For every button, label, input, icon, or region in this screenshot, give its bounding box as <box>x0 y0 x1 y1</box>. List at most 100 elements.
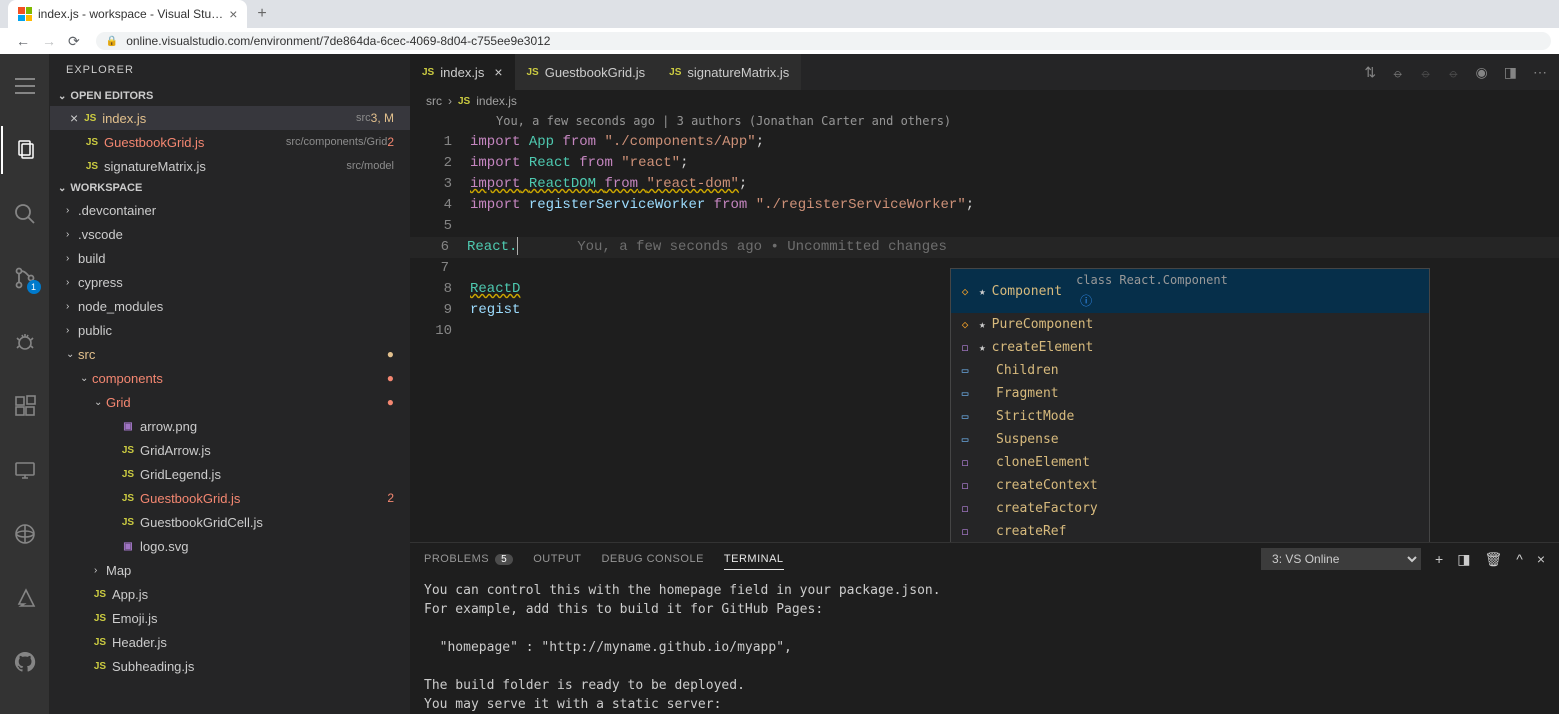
folder-item[interactable]: ›Map <box>50 558 410 582</box>
github-icon[interactable] <box>1 638 49 686</box>
editor-tab[interactable]: JSsignatureMatrix.js <box>657 54 801 90</box>
close-panel-icon[interactable]: × <box>1537 551 1545 567</box>
open-editor-item[interactable]: JSGuestbookGrid.jssrc/components/Grid2 <box>50 130 410 154</box>
info-icon[interactable]: ⓘ <box>1076 294 1096 308</box>
intellisense-item[interactable]: ▭Children <box>951 359 1429 382</box>
search-icon[interactable] <box>1 190 49 238</box>
intellisense-item[interactable]: ▭StrictMode <box>951 405 1429 428</box>
terminal-output[interactable]: You can control this with the homepage f… <box>410 575 1559 714</box>
folder-item[interactable]: ›.vscode <box>50 222 410 246</box>
image-icon: ▣ <box>120 421 136 432</box>
chevron-icon: › <box>66 277 78 288</box>
file-item[interactable]: JSGuestbookGridCell.js <box>50 510 410 534</box>
new-tab-button[interactable]: + <box>251 5 272 23</box>
js-icon: JS <box>422 67 434 78</box>
chevron-icon: ⌄ <box>94 397 106 408</box>
chevron-down-icon: ⌄ <box>58 91 66 102</box>
editor-tab[interactable]: JSGuestbookGrid.js <box>515 54 658 90</box>
folder-item[interactable]: ⌄Grid● <box>50 390 410 414</box>
split-terminal-icon[interactable]: ◨ <box>1457 551 1470 568</box>
class-icon: ◇ <box>957 314 973 335</box>
prev-change-icon[interactable]: ⦵ <box>1420 64 1432 81</box>
file-item[interactable]: JSHeader.js <box>50 630 410 654</box>
go-back-icon[interactable]: ⦵ <box>1392 64 1404 81</box>
menu-button[interactable] <box>1 62 49 110</box>
debug-icon[interactable] <box>1 318 49 366</box>
intellisense-item[interactable]: ◻createContext <box>951 474 1429 497</box>
var-icon: ▭ <box>957 406 973 427</box>
open-editor-item[interactable]: ×JSindex.jssrc3, M <box>50 106 410 130</box>
lock-icon: 🔒 <box>106 36 118 47</box>
folder-item[interactable]: ›build <box>50 246 410 270</box>
folder-item[interactable]: ⌄components● <box>50 366 410 390</box>
url-text: online.visualstudio.com/environment/7de8… <box>126 34 550 48</box>
file-item[interactable]: JSApp.js <box>50 582 410 606</box>
back-button[interactable]: ← <box>16 33 30 50</box>
run-icon[interactable]: ◉ <box>1476 64 1488 81</box>
close-icon[interactable]: × <box>229 6 237 22</box>
var-icon: ▭ <box>957 360 973 381</box>
next-change-icon[interactable]: ⦵ <box>1448 64 1460 81</box>
terminal-selector[interactable]: 3: VS Online <box>1261 548 1421 570</box>
image-icon: ▣ <box>120 541 136 552</box>
tab-problems[interactable]: PROBLEMS 5 <box>424 553 513 565</box>
intellisense-item[interactable]: ▭Fragment <box>951 382 1429 405</box>
remote-icon[interactable] <box>1 446 49 494</box>
liveshare-icon[interactable] <box>1 510 49 558</box>
browser-tab[interactable]: index.js - workspace - Visual Stu… × <box>8 0 247 28</box>
intellisense-item[interactable]: ◻createRef <box>951 520 1429 542</box>
intellisense-popup[interactable]: ◇★Componentclass React.Componentⓘ◇★PureC… <box>950 268 1430 542</box>
code-editor[interactable]: 1import App from "./components/App"; 2im… <box>410 132 1559 542</box>
more-actions-icon[interactable]: ⋯ <box>1533 64 1547 81</box>
editor-tab[interactable]: JSindex.js× <box>410 54 515 90</box>
intellisense-item[interactable]: ◻createFactory <box>951 497 1429 520</box>
file-item[interactable]: JSGuestbookGrid.js2 <box>50 486 410 510</box>
breadcrumb[interactable]: src › JS index.js <box>410 90 1559 112</box>
file-item[interactable]: ▣arrow.png <box>50 414 410 438</box>
new-terminal-icon[interactable]: + <box>1435 551 1443 567</box>
maximize-panel-icon[interactable]: ^ <box>1516 551 1523 567</box>
file-item[interactable]: JSSubheading.js <box>50 654 410 678</box>
address-bar[interactable]: 🔒 online.visualstudio.com/environment/7d… <box>96 32 1551 50</box>
folder-item[interactable]: ›node_modules <box>50 294 410 318</box>
intellisense-item[interactable]: ▭Suspense <box>951 428 1429 451</box>
split-editor-icon[interactable]: ◨ <box>1504 64 1517 81</box>
open-editor-item[interactable]: JSsignatureMatrix.jssrc/model <box>50 154 410 178</box>
folder-item[interactable]: ›cypress <box>50 270 410 294</box>
azure-icon[interactable] <box>1 574 49 622</box>
tab-terminal[interactable]: TERMINAL <box>724 553 784 570</box>
open-editors-header[interactable]: ⌄ OPEN EDITORS <box>50 86 410 106</box>
intellisense-item[interactable]: ◻cloneElement <box>951 451 1429 474</box>
activity-bar: 1 <box>0 54 50 714</box>
intellisense-item[interactable]: ◇★PureComponent <box>951 313 1429 336</box>
folder-item[interactable]: ›public <box>50 318 410 342</box>
codelens-text[interactable]: You, a few seconds ago | 3 authors (Jona… <box>410 112 1559 132</box>
js-icon: JS <box>92 589 108 600</box>
js-icon: JS <box>120 445 136 456</box>
compare-changes-icon[interactable]: ⇅ <box>1364 64 1376 81</box>
js-icon: JS <box>92 661 108 672</box>
workspace-header[interactable]: ⌄ WORKSPACE <box>50 178 410 198</box>
intellisense-item[interactable]: ◇★Componentclass React.Componentⓘ <box>951 269 1429 313</box>
kill-terminal-icon[interactable]: 🗑 <box>1484 551 1502 568</box>
file-item[interactable]: JSGridLegend.js <box>50 462 410 486</box>
close-icon[interactable]: × <box>66 110 82 126</box>
file-item[interactable]: ▣logo.svg <box>50 534 410 558</box>
tab-debug-console[interactable]: DEBUG CONSOLE <box>601 553 703 565</box>
chevron-icon: › <box>94 565 106 576</box>
file-item[interactable]: JSEmoji.js <box>50 606 410 630</box>
chevron-icon: › <box>66 205 78 216</box>
folder-item[interactable]: ›.devcontainer <box>50 198 410 222</box>
explorer-icon[interactable] <box>1 126 49 174</box>
file-item[interactable]: JSGridArrow.js <box>50 438 410 462</box>
close-icon[interactable]: × <box>494 64 502 80</box>
forward-button: → <box>42 33 56 50</box>
js-icon: JS <box>92 613 108 624</box>
js-icon: JS <box>92 637 108 648</box>
extensions-icon[interactable] <box>1 382 49 430</box>
scm-icon[interactable]: 1 <box>1 254 49 302</box>
reload-button[interactable]: ⟳ <box>68 33 80 50</box>
intellisense-item[interactable]: ◻★createElement <box>951 336 1429 359</box>
folder-item[interactable]: ⌄src● <box>50 342 410 366</box>
tab-output[interactable]: OUTPUT <box>533 553 581 565</box>
